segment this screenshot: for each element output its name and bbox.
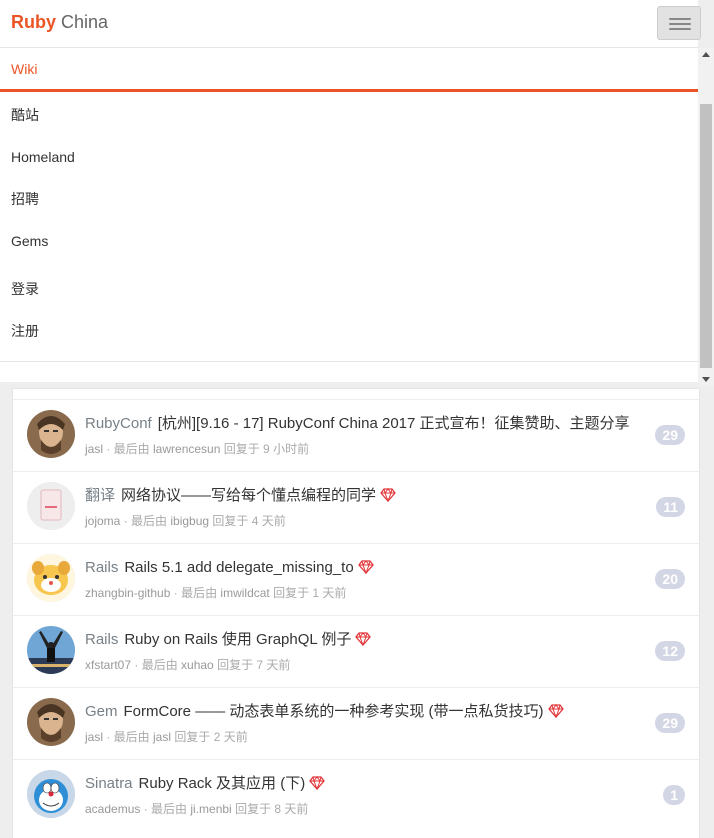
gem-icon [357,560,374,574]
topic-title-text[interactable]: Rails 5.1 add delegate_missing_to [124,559,353,576]
topic-row[interactable]: Sinatra Ruby Rack 及其应用 (下) academus · 最后由 … [13,759,699,831]
topic-row[interactable]: Rails Ruby on Rails 使用 GraphQL 例子 xfstart0… [13,615,699,687]
topic-title[interactable]: RubyConf [杭州][9.16 - 17] RubyConf China 2… [85,415,630,433]
topic-author[interactable]: zhangbin-github [85,586,170,600]
last-reply-user[interactable]: imwildcat [220,586,269,600]
reply-time: 回复于 7 天前 [213,658,291,672]
reply-time: 回复于 4 天前 [209,514,286,528]
scroll-down-icon[interactable] [702,377,710,382]
navbar: Ruby China [0,0,701,48]
topic-node[interactable]: Gem [85,703,118,720]
reply-time: 回复于 1 天前 [269,586,347,600]
hamburger-line [669,28,691,30]
menu-toggle-button[interactable] [657,6,701,40]
topic-meta: academus · 最后由 ji.menbi 回复于 8 天前 [85,800,308,817]
topic-author[interactable]: academus [85,802,140,816]
brand-ruby: Ruby [11,12,56,32]
avatar[interactable] [27,698,75,746]
topic-title[interactable]: Rails Rails 5.1 add delegate_missing_to [85,559,374,577]
brand-logo[interactable]: Ruby China [11,12,108,32]
menu-item-homeland[interactable]: Homeland [11,148,75,166]
avatar[interactable] [27,482,75,530]
register-link[interactable]: 注册 [11,322,39,340]
topic-row[interactable]: Gem FormCore —— 动态表单系统的一种参考实现 (带一点私货技巧) ja… [13,687,699,759]
last-reply-user[interactable]: lawrencesun [153,442,220,456]
topic-title-text[interactable]: 网络协议——写给每个懂点编程的同学 [121,487,376,504]
topic-title[interactable]: Rails Ruby on Rails 使用 GraphQL 例子 [85,631,372,649]
topic-title[interactable]: Sinatra Ruby Rack 及其应用 (下) [85,775,326,793]
menu-item-wiki[interactable]: Wiki [0,48,698,92]
topic-node[interactable]: RubyConf [85,415,152,432]
topic-author[interactable]: jasl [85,442,103,456]
scroll-up-icon[interactable] [702,52,710,57]
hamburger-icon [669,18,691,20]
reply-count-badge[interactable]: 11 [656,497,685,517]
gem-icon [547,704,564,718]
topic-title-text[interactable]: Ruby Rack 及其应用 (下) [139,775,306,792]
topic-title[interactable]: Gem FormCore —— 动态表单系统的一种参考实现 (带一点私货技巧) [85,703,564,721]
gem-icon [309,776,326,790]
meta-sep: · 最后由 [140,802,191,816]
topic-meta: xfstart07 · 最后由 xuhao 回复于 7 天前 [85,656,290,673]
avatar[interactable] [27,626,75,674]
topic-node[interactable]: Sinatra [85,775,133,792]
last-reply-user[interactable]: ji.menbi [190,802,231,816]
topic-list: RubyConf [杭州][9.16 - 17] RubyConf China 2… [12,388,700,838]
topic-row[interactable]: RubyConf [杭州][9.16 - 17] RubyConf China 2… [13,399,699,471]
meta-sep: · 最后由 [103,730,154,744]
reply-count-badge[interactable]: 29 [655,425,685,445]
topic-node[interactable]: 翻译 [85,487,115,504]
reply-count-badge[interactable]: 12 [655,641,685,661]
scrollbar-thumb[interactable] [700,104,712,368]
meta-sep: · 最后由 [131,658,182,672]
topic-title-text[interactable]: Ruby on Rails 使用 GraphQL 例子 [124,631,351,648]
menu-item-label: Wiki [11,61,38,77]
topic-author[interactable]: xfstart07 [85,658,131,672]
menu-divider [0,361,698,362]
brand-china: China [61,12,109,32]
topic-row[interactable]: 翻译 网络协议——写给每个懂点编程的同学 jojoma · 最后由 ibigbug … [13,471,699,543]
login-link[interactable]: 登录 [11,280,39,298]
topic-meta: zhangbin-github · 最后由 imwildcat 回复于 1 天前 [85,584,346,601]
menu-item-jobs[interactable]: 招聘 [11,190,39,208]
reply-time: 回复于 2 天前 [171,730,248,744]
last-reply-user[interactable]: jasl [153,730,171,744]
topic-row[interactable]: Rails Rails 5.1 add delegate_missing_tozh… [13,543,699,615]
topic-meta: jasl · 最后由 lawrencesun 回复于 9 小时前 [85,440,309,457]
menu-item-sites[interactable]: 酷站 [11,106,39,124]
menu-scrollbar[interactable] [698,48,714,386]
hamburger-line [669,23,691,25]
last-reply-user[interactable]: ibigbug [170,514,209,528]
reply-count-badge[interactable]: 1 [663,785,685,805]
meta-sep: · 最后由 [120,514,171,528]
topic-title-text[interactable]: [杭州][9.16 - 17] RubyConf China 2017 正式宣布… [158,415,630,432]
reply-count-badge[interactable]: 20 [655,569,685,589]
avatar[interactable] [27,554,75,602]
topic-author[interactable]: jojoma [85,514,120,528]
reply-time: 回复于 9 小时前 [220,442,310,456]
last-reply-user[interactable]: xuhao [181,658,214,672]
meta-sep: · 最后由 [103,442,154,456]
topic-node[interactable]: Rails [85,631,118,648]
nav-menu: Wiki 酷站 Homeland 招聘 Gems 登录 注册 [0,48,698,382]
reply-count-badge[interactable]: 29 [655,713,685,733]
menu-item-gems[interactable]: Gems [11,232,48,250]
avatar[interactable] [27,410,75,458]
gem-icon [355,632,372,646]
topic-author[interactable]: jasl [85,730,103,744]
meta-sep: · 最后由 [170,586,221,600]
topic-meta: jasl · 最后由 jasl 回复于 2 天前 [85,728,248,745]
topic-title[interactable]: 翻译 网络协议——写给每个懂点编程的同学 [85,487,396,505]
gem-icon [380,488,396,502]
topic-meta: jojoma · 最后由 ibigbug 回复于 4 天前 [85,512,286,529]
reply-time: 回复于 8 天前 [231,802,309,816]
topic-title-text[interactable]: FormCore —— 动态表单系统的一种参考实现 (带一点私货技巧) [124,703,544,720]
topic-node[interactable]: Rails [85,559,118,576]
avatar[interactable] [27,770,75,818]
